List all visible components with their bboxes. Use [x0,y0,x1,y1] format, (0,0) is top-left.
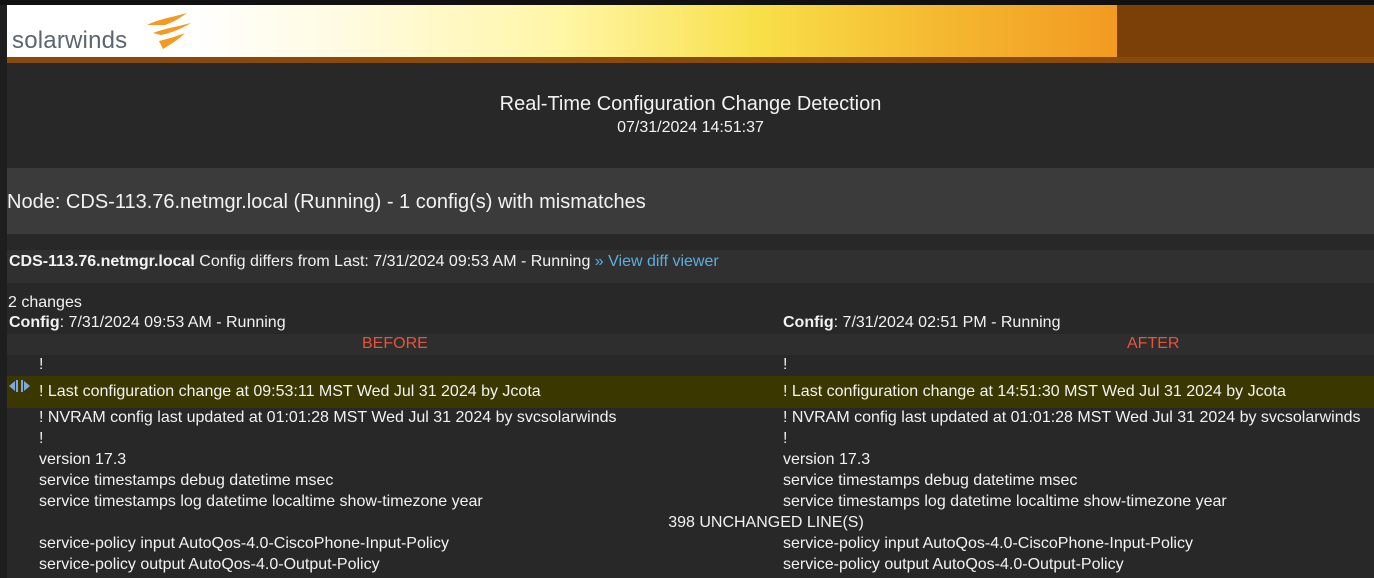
diff-before-line: service timestamps log datetime localtim… [39,493,483,510]
logo-text: solarwinds [12,27,128,54]
diff-row: service timestamps log datetime localtim… [7,492,1374,513]
after-column-header: AFTER [1127,335,1180,352]
config-label-row: Config: 7/31/2024 09:53 AM - Running Con… [7,313,1374,334]
diff-after-line: version 17.3 [783,451,871,468]
diff-sync-arrows-icon[interactable] [9,378,33,394]
before-config-value: : 7/31/2024 09:53 AM - Running [59,314,286,331]
diff-row: version 17.3 version 17.3 [7,450,1374,471]
report-panel: Real-Time Configuration Change Detection… [7,63,1374,578]
summary-text: Config differs from Last: 7/31/2024 09:5… [194,253,595,270]
view-diff-viewer-link[interactable]: » View diff viewer [595,253,719,270]
unchanged-lines-toggle[interactable]: 398 UNCHANGED LINE(S) [7,514,1374,532]
header-banner: solarwinds [7,5,1374,63]
node-heading-bar: Node: CDS-113.76.netmgr.local (Running) … [7,168,1374,234]
diff-row: ! ! [7,429,1374,450]
diff-before-line: service-policy input AutoQos-4.0-CiscoPh… [39,535,449,552]
page-title: Real-Time Configuration Change Detection [499,93,882,115]
diff-row: service-policy output AutoQos-4.0-Output… [7,555,1374,576]
solarwinds-flame-icon [147,13,191,49]
diff-row: service timestamps debug datetime msec s… [7,471,1374,492]
changes-count: 2 changes [8,294,82,311]
diff-before-line: ! Last configuration change at 09:53:11 … [39,383,541,400]
after-config-key: Config [783,314,834,331]
diff-after-line: service timestamps debug datetime msec [783,472,1078,489]
after-config-label: Config: 7/31/2024 02:51 PM - Running [783,314,1060,332]
before-config-label: Config: 7/31/2024 09:53 AM - Running [9,314,286,332]
diff-row: service-policy input AutoQos-4.0-CiscoPh… [7,534,1374,555]
node-heading: Node: CDS-113.76.netmgr.local (Running) … [7,191,646,213]
before-column-header: BEFORE [362,335,428,352]
diff-row-changed: ! Last configuration change at 09:53:11 … [7,376,1374,408]
diff-after-line: service timestamps log datetime localtim… [783,493,1227,510]
summary-node-name: CDS-113.76.netmgr.local [9,253,195,270]
unchanged-lines-row: 398 UNCHANGED LINE(S) [7,513,1374,534]
diff-row: ! ! [7,355,1374,376]
diff-after-line: ! [783,430,788,447]
diff-before-line: ! [39,356,44,373]
diff-after-line: ! NVRAM config last updated at 01:01:28 … [783,409,1361,426]
config-summary: CDS-113.76.netmgr.local Config differs f… [9,253,719,271]
diff-after-line: ! [783,356,788,373]
diff-before-line: service-policy output AutoQos-4.0-Output… [39,556,380,573]
diff-after-line: ! Last configuration change at 14:51:30 … [783,383,1286,400]
diff-column-headers: BEFORE AFTER [7,334,1374,355]
diff-before-line: ! NVRAM config last updated at 01:01:28 … [39,409,617,426]
diff-after-line: service-policy output AutoQos-4.0-Output… [783,556,1124,573]
report-timestamp: 07/31/2024 14:51:37 [617,119,764,136]
diff-before-line: version 17.3 [39,451,127,468]
after-config-value: : 7/31/2024 02:51 PM - Running [833,314,1061,331]
config-summary-bar: CDS-113.76.netmgr.local Config differs f… [7,250,1374,283]
diff-row: ! NVRAM config last updated at 01:01:28 … [7,408,1374,429]
diff-after-line: service-policy input AutoQos-4.0-CiscoPh… [783,535,1193,552]
diff-before-line: ! [39,430,44,447]
before-config-key: Config [9,314,60,331]
diff-before-line: service timestamps debug datetime msec [39,472,334,489]
